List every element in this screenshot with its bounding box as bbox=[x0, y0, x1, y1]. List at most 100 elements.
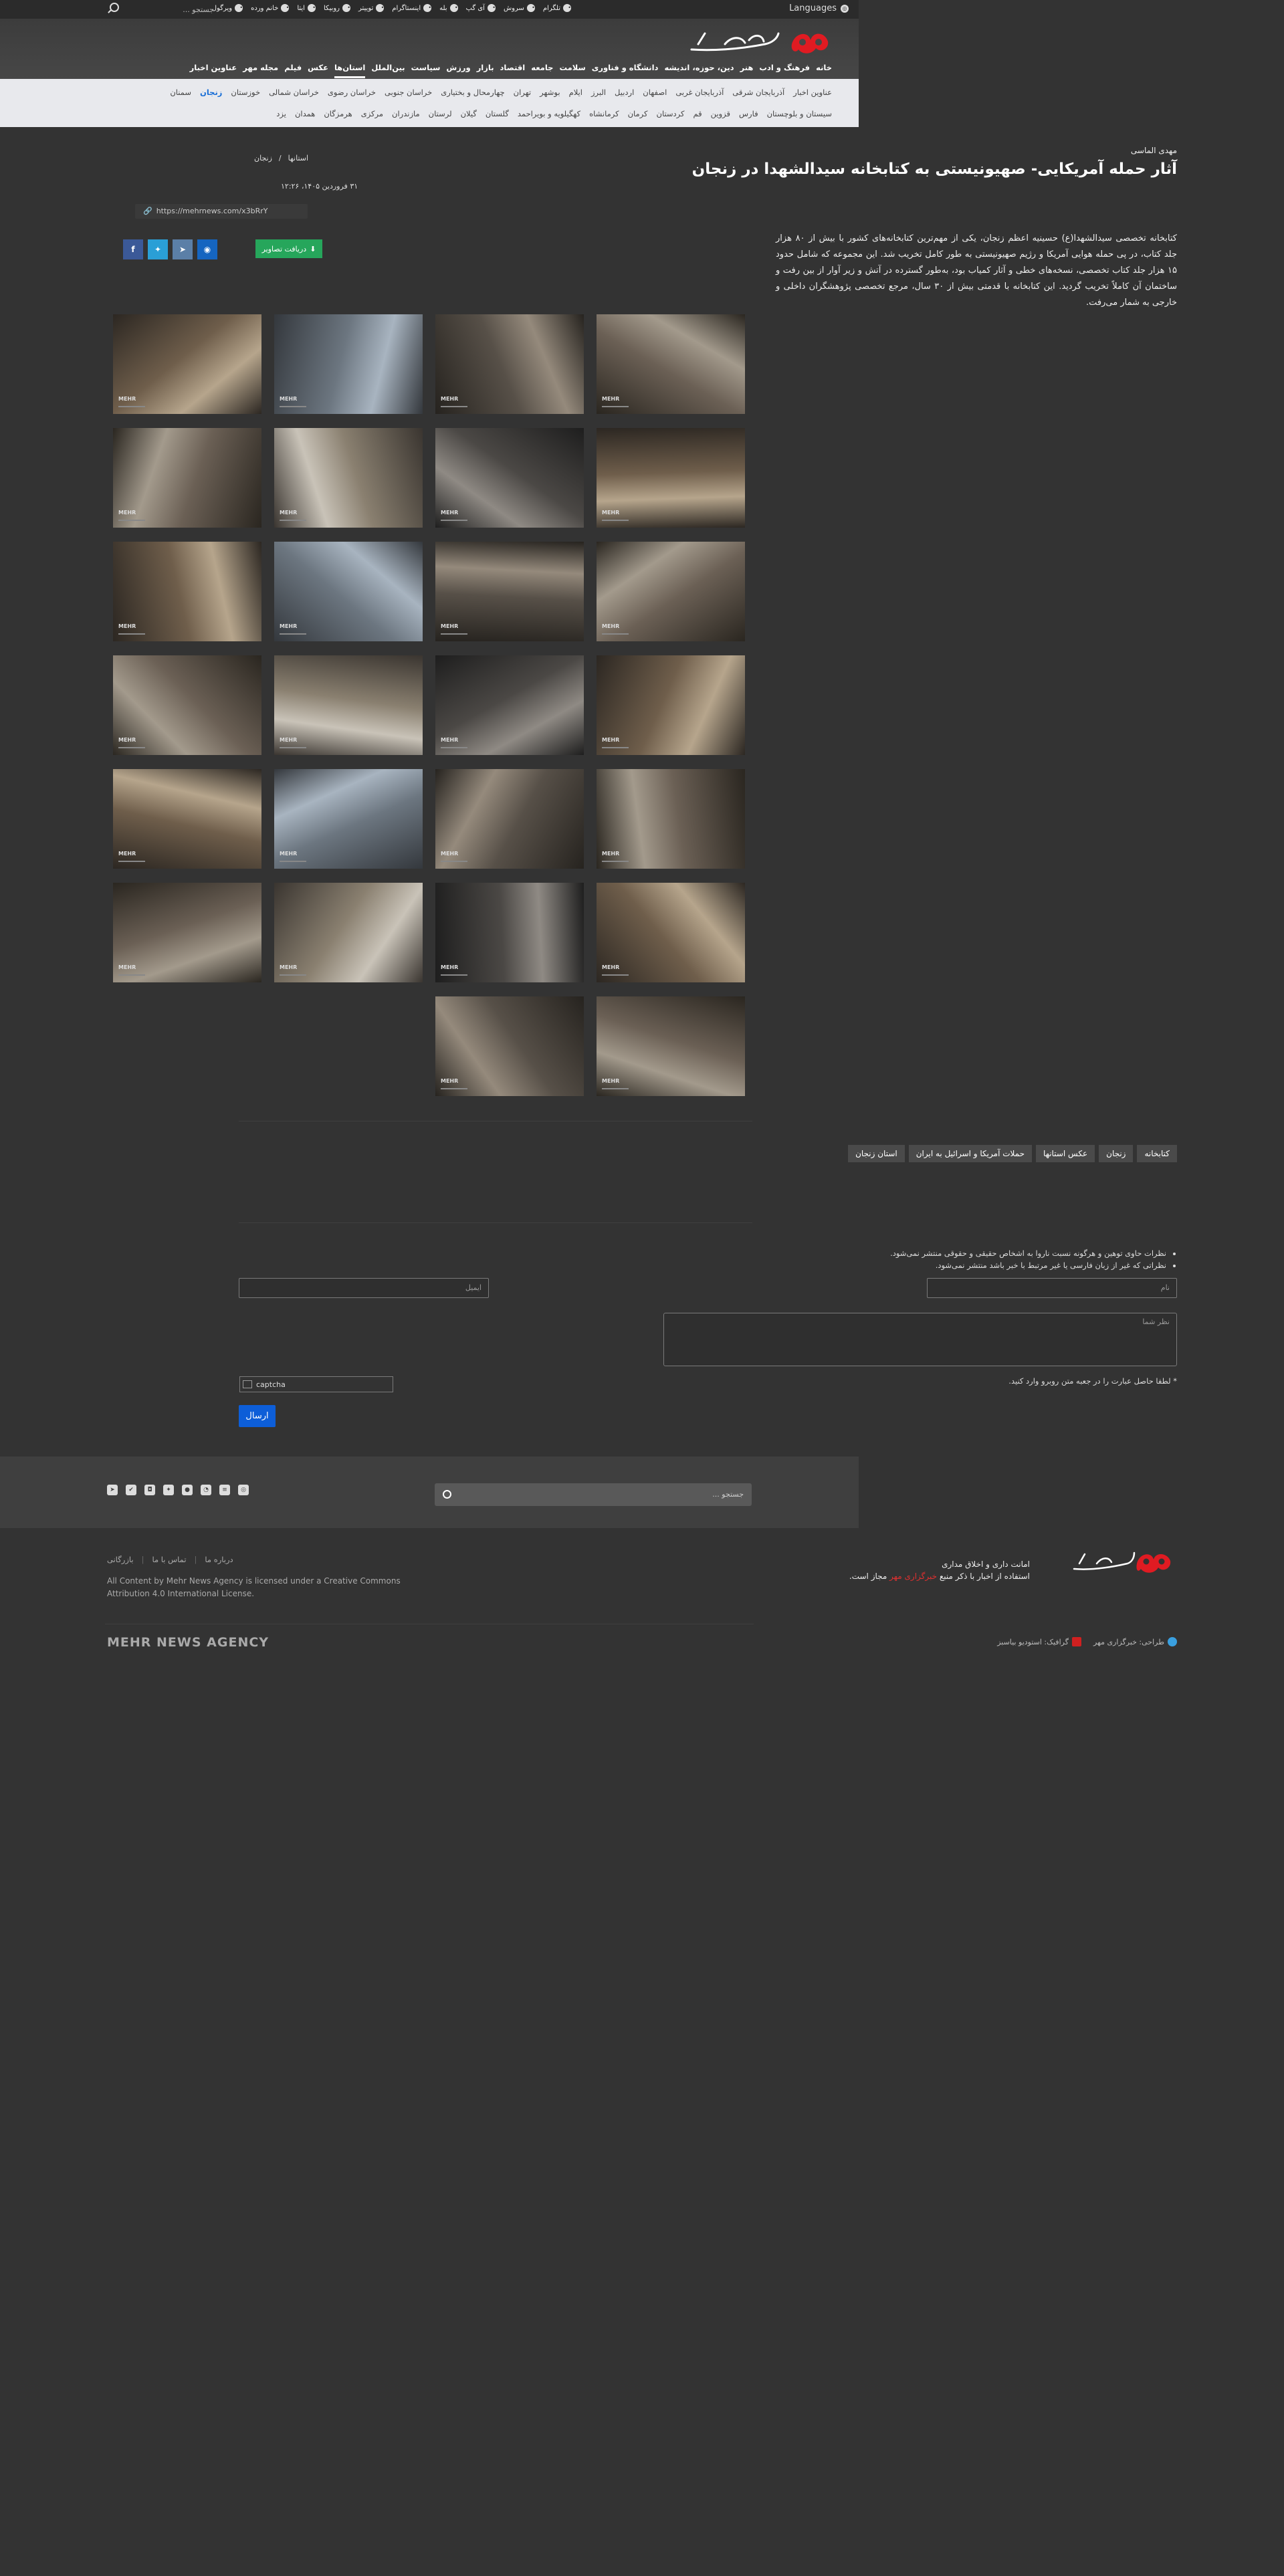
short-url-text[interactable]: https://mehrnews.com/x3bRrY bbox=[156, 207, 268, 216]
article-author[interactable]: مهدی الماسی bbox=[1131, 146, 1177, 155]
top-social-link[interactable]: • بله bbox=[439, 4, 458, 12]
gallery-photo[interactable]: MEHR bbox=[597, 314, 745, 414]
twitter-share-button[interactable]: ✦ bbox=[148, 239, 168, 259]
footer-link-contact[interactable]: تماس با ما bbox=[152, 1555, 186, 1564]
province-link[interactable]: خراسان رضوی bbox=[328, 88, 376, 97]
gallery-photo[interactable]: MEHR bbox=[113, 542, 261, 641]
province-link[interactable]: قزوین bbox=[711, 109, 730, 118]
gallery-photo[interactable]: MEHR bbox=[435, 542, 584, 641]
province-link[interactable]: خوزستان bbox=[231, 88, 260, 97]
design-credit[interactable]: طراحی: خبرگزاری مهر bbox=[1093, 1637, 1177, 1646]
gallery-photo[interactable]: MEHR bbox=[597, 655, 745, 755]
whatsapp-share-button[interactable]: ◉ bbox=[197, 239, 217, 259]
province-link[interactable]: خراسان جنوبی bbox=[385, 88, 432, 97]
gallery-photo[interactable]: MEHR bbox=[274, 542, 423, 641]
nav-item[interactable]: سیاست bbox=[411, 63, 441, 78]
nav-item[interactable]: فرهنگ و ادب bbox=[759, 63, 810, 78]
province-link[interactable]: همدان bbox=[295, 109, 315, 118]
top-social-link[interactable]: • خانم ورده bbox=[251, 4, 290, 12]
footer-link-commercial[interactable]: بازرگانی bbox=[107, 1555, 134, 1564]
languages-switch[interactable]: ◎ Languages bbox=[789, 3, 849, 13]
province-link[interactable]: اردبیل bbox=[615, 88, 634, 97]
gallery-photo[interactable]: MEHR bbox=[597, 883, 745, 982]
comment-textarea[interactable]: نظر شما bbox=[663, 1313, 1177, 1366]
province-link[interactable]: ایلام bbox=[569, 88, 582, 97]
top-search[interactable]: جستجو ... bbox=[134, 2, 214, 17]
province-link[interactable]: اصفهان bbox=[643, 88, 667, 97]
province-link[interactable]: یزد bbox=[276, 109, 286, 118]
nav-item[interactable]: عکس bbox=[308, 63, 328, 78]
province-link[interactable]: هرمزگان bbox=[324, 109, 352, 118]
instagram-icon[interactable]: ◘ bbox=[144, 1485, 155, 1495]
top-social-link[interactable]: • اینستاگرام bbox=[392, 4, 432, 12]
aparat-icon[interactable]: ◎ bbox=[238, 1485, 249, 1495]
top-social-link[interactable]: • سروش bbox=[504, 4, 535, 12]
gallery-photo[interactable]: MEHR bbox=[435, 769, 584, 869]
mehr-logo[interactable] bbox=[685, 24, 832, 62]
province-link[interactable]: گلستان bbox=[486, 109, 509, 118]
tag-item[interactable]: عکس استانها bbox=[1036, 1145, 1095, 1162]
nav-item[interactable]: سلامت bbox=[559, 63, 585, 78]
gallery-photo[interactable]: MEHR bbox=[435, 883, 584, 982]
menu-list-icon[interactable]: ≡ bbox=[219, 1485, 230, 1495]
name-input[interactable]: نام bbox=[927, 1278, 1177, 1298]
nav-item[interactable]: استان‌ها bbox=[334, 63, 366, 78]
tag-item[interactable]: استان زنجان bbox=[848, 1145, 905, 1162]
tag-item[interactable]: زنجان bbox=[1099, 1145, 1134, 1162]
province-link[interactable]: چهارمحال و بختیاری bbox=[441, 88, 504, 97]
gallery-photo[interactable]: MEHR bbox=[435, 655, 584, 755]
twitter-icon[interactable]: ✦ bbox=[163, 1485, 174, 1495]
province-link[interactable]: سمنان bbox=[170, 88, 191, 97]
footer-link-about[interactable]: درباره ما bbox=[205, 1555, 233, 1564]
province-link[interactable]: کهگیلویه و بویراحمد bbox=[518, 109, 580, 118]
province-link[interactable]: آذربایجان شرقی bbox=[732, 88, 784, 97]
gallery-photo[interactable]: MEHR bbox=[113, 655, 261, 755]
gallery-photo[interactable]: MEHR bbox=[597, 996, 745, 1096]
gallery-photo[interactable]: MEHR bbox=[113, 883, 261, 982]
province-link[interactable]: آذربایجان غربی bbox=[675, 88, 724, 97]
province-link[interactable]: مازندران bbox=[392, 109, 420, 118]
province-link[interactable]: گیلان bbox=[461, 109, 477, 118]
nav-item[interactable]: دین، حوزه، اندیشه bbox=[664, 63, 734, 78]
nav-item[interactable]: خانه bbox=[816, 63, 832, 78]
top-social-link[interactable]: • آی گپ bbox=[466, 4, 496, 12]
send-comment-button[interactable]: ارسال bbox=[239, 1405, 276, 1427]
province-link[interactable]: خراسان شمالی bbox=[269, 88, 319, 97]
province-link[interactable]: سیستان و بلوچستان bbox=[767, 109, 832, 118]
top-social-link[interactable]: • توییتر bbox=[358, 4, 385, 12]
eitaa-icon[interactable]: ● bbox=[182, 1485, 193, 1495]
top-social-link[interactable]: • ویرگول bbox=[212, 4, 243, 12]
province-link[interactable]: البرز bbox=[591, 88, 606, 97]
top-search-input[interactable]: جستجو ... bbox=[183, 5, 214, 14]
nav-item[interactable]: بازار bbox=[477, 63, 494, 78]
graphic-credit[interactable]: گرافیک: استودیو بیاسبز bbox=[997, 1637, 1081, 1646]
nav-item[interactable]: عناوین اخبار bbox=[190, 63, 237, 78]
province-link[interactable]: قم bbox=[693, 109, 702, 118]
telegram-share-button[interactable]: ➤ bbox=[173, 239, 193, 259]
gallery-photo[interactable]: MEHR bbox=[113, 314, 261, 414]
telegram-icon[interactable]: ➤ bbox=[107, 1485, 118, 1495]
province-link[interactable]: لرستان bbox=[429, 109, 452, 118]
rss-icon[interactable]: ◔ bbox=[201, 1485, 211, 1495]
province-link[interactable]: بوشهر bbox=[540, 88, 560, 97]
nav-item[interactable]: فیلم bbox=[284, 63, 302, 78]
province-link[interactable]: کرمان bbox=[628, 109, 648, 118]
gallery-photo[interactable]: MEHR bbox=[597, 542, 745, 641]
gallery-photo[interactable]: MEHR bbox=[113, 428, 261, 528]
gallery-photo[interactable]: MEHR bbox=[274, 314, 423, 414]
gallery-photo[interactable]: MEHR bbox=[597, 769, 745, 869]
gallery-photo[interactable]: MEHR bbox=[274, 769, 423, 869]
nav-item[interactable]: ورزش bbox=[446, 63, 470, 78]
province-link[interactable]: کرمانشاه bbox=[589, 109, 619, 118]
gallery-photo[interactable]: MEHR bbox=[274, 883, 423, 982]
nav-item[interactable]: جامعه bbox=[531, 63, 553, 78]
top-social-link[interactable]: • روبیکا bbox=[324, 4, 350, 12]
province-link[interactable]: فارس bbox=[739, 109, 758, 118]
gallery-photo[interactable]: MEHR bbox=[274, 655, 423, 755]
province-link[interactable]: زنجان bbox=[200, 88, 222, 97]
province-link[interactable]: مرکزی bbox=[361, 109, 383, 118]
footer-search-input[interactable]: جستجو ... bbox=[435, 1483, 752, 1506]
search-icon[interactable] bbox=[110, 3, 119, 12]
search-icon[interactable] bbox=[443, 1490, 451, 1499]
gallery-photo[interactable]: MEHR bbox=[597, 428, 745, 528]
